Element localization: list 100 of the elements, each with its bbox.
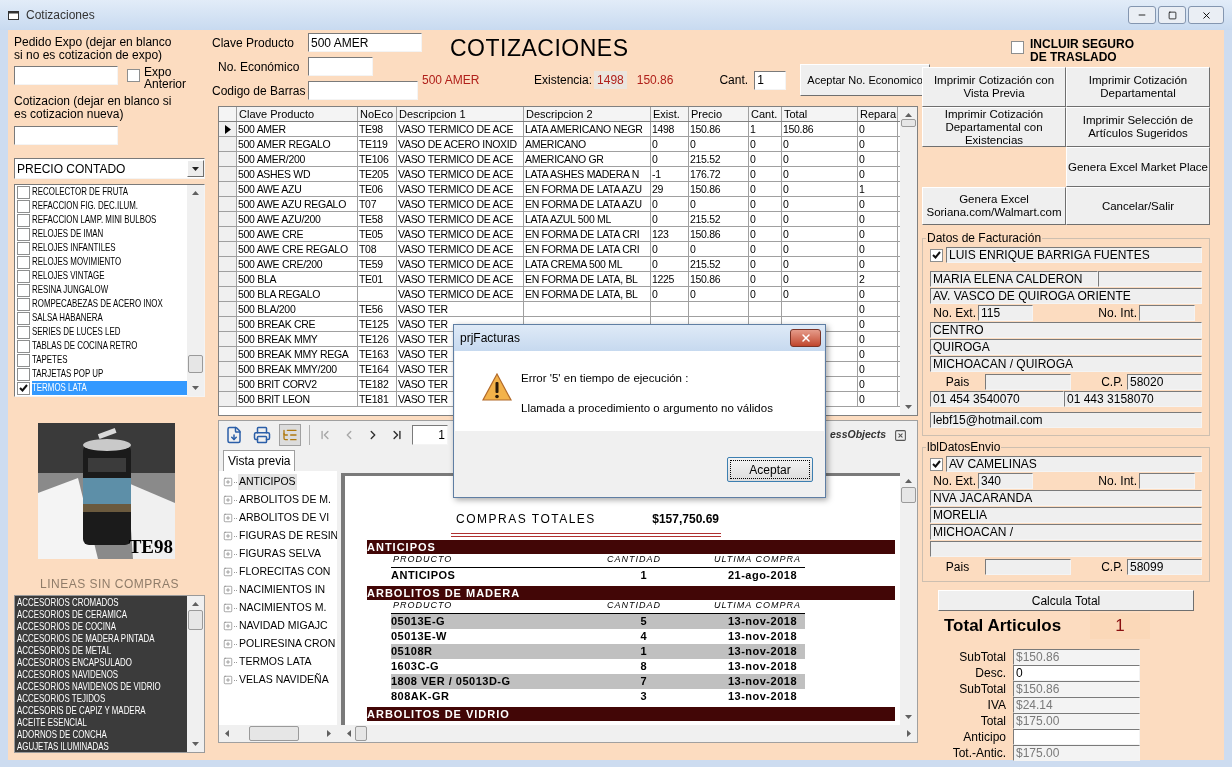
checkbox[interactable] xyxy=(17,283,30,297)
list-item[interactable]: REFACCION FIG. DEC.ILUM. xyxy=(32,199,139,212)
checkbox[interactable] xyxy=(17,325,30,339)
list-item[interactable]: TAPETES xyxy=(32,353,68,366)
list-item[interactable]: RECOLECTOR DE FRUTA xyxy=(32,185,129,198)
action-button[interactable]: Imprimir Cotización Departamental con Existencias xyxy=(922,107,1066,147)
print-icon[interactable] xyxy=(253,426,271,444)
expand-icon[interactable] xyxy=(223,531,233,541)
checkbox[interactable] xyxy=(17,199,30,213)
checkbox[interactable] xyxy=(127,69,140,82)
tree-icon[interactable] xyxy=(282,427,298,443)
text-field[interactable]: CENTRO xyxy=(930,322,1202,338)
text-field[interactable]: NVA JACARANDA xyxy=(930,490,1202,506)
scrollbar-thumb[interactable] xyxy=(188,355,203,373)
price-list-dropdown[interactable]: PRECIO CONTADO xyxy=(14,158,205,179)
text-field[interactable]: 01 454 3540070 xyxy=(930,391,1064,407)
list-item[interactable]: ACCESORIOS NAVIDENOS xyxy=(17,668,119,680)
scrollbar[interactable] xyxy=(219,725,337,742)
text-field[interactable]: 115 xyxy=(978,305,1033,321)
text-field[interactable]: 01 443 3158070 xyxy=(1064,391,1202,407)
list-item[interactable]: ADORNOS DE CONCHA xyxy=(17,728,107,740)
scrollbar-thumb[interactable] xyxy=(901,487,916,503)
scrollbar-thumb[interactable] xyxy=(188,610,203,630)
column-header[interactable]: Precio xyxy=(689,107,749,121)
scrollbar-thumb[interactable] xyxy=(355,726,367,741)
text-field[interactable]: LUIS ENRIQUE BARRIGA FUENTES xyxy=(946,247,1202,263)
list-item[interactable]: TABLAS DE COCINA RETRO xyxy=(32,339,138,352)
action-button[interactable]: Imprimir Cotización Departamental xyxy=(1066,67,1210,107)
expand-icon[interactable] xyxy=(223,657,233,667)
checkbox[interactable] xyxy=(930,457,943,471)
tree-item[interactable]: NACIMIENTOS IN xyxy=(238,582,327,598)
action-button[interactable]: Imprimir Selección de Artículos Sugeridos xyxy=(1066,107,1210,147)
list-item[interactable]: ACCESORIOS ENCAPSULADO xyxy=(17,656,132,668)
scrollbar[interactable] xyxy=(187,185,204,396)
text-field[interactable]: AV CAMELINAS xyxy=(946,456,1202,472)
text-field[interactable]: 58099 xyxy=(1127,558,1202,575)
list-item[interactable]: RELOJES INFANTILES xyxy=(32,241,116,254)
minimize-button[interactable] xyxy=(1128,6,1156,24)
list-item[interactable]: RELOJES MOVIMIENTO xyxy=(32,255,122,268)
list-item[interactable]: ACCESORIOS DE METAL xyxy=(17,644,112,656)
list-item[interactable]: ACCESORIOS DE COCINA xyxy=(17,620,116,632)
checkbox[interactable] xyxy=(17,185,30,199)
calculate-button[interactable]: Calcula Total xyxy=(938,590,1194,611)
action-button[interactable]: Genera Excel Market Place xyxy=(1066,147,1210,187)
scrollbar[interactable] xyxy=(187,596,204,752)
tree-item[interactable]: VELAS NAVIDEÑA xyxy=(238,672,330,688)
text-field[interactable] xyxy=(930,541,1202,557)
list-item[interactable]: ACCESORIOS DE MADERA PINTADA xyxy=(17,632,155,644)
scrollbar[interactable] xyxy=(900,107,917,415)
tree-item[interactable]: FIGURAS DE RESIN xyxy=(238,528,337,544)
checkbox[interactable] xyxy=(17,269,30,283)
checkbox[interactable] xyxy=(17,367,30,381)
list-item[interactable]: SALSA HABANERA xyxy=(32,311,103,324)
text-field[interactable]: MICHOACAN / QUIROGA xyxy=(930,356,1202,372)
list-item[interactable]: ACCESORIOS NAVIDENOS DE VIDRIO xyxy=(17,680,161,692)
text-field[interactable]: AV. VASCO DE QUIROGA ORIENTE xyxy=(930,288,1202,304)
tab[interactable]: Vista previa xyxy=(223,450,296,471)
checkbox[interactable] xyxy=(17,241,30,255)
list-item[interactable]: ACCESORIOS TEJIDOS xyxy=(17,692,106,704)
checkbox[interactable] xyxy=(17,213,30,227)
text-field[interactable] xyxy=(308,57,373,76)
text-field[interactable] xyxy=(308,81,418,100)
row-header[interactable] xyxy=(219,122,237,136)
tree-item[interactable]: NACIMIENTOS M. xyxy=(238,600,328,616)
text-field[interactable]: lebf15@hotmail.com xyxy=(930,412,1202,428)
list-item[interactable]: TARJETAS POP UP xyxy=(32,367,104,380)
text-field[interactable]: 58020 xyxy=(1127,373,1202,390)
text-field[interactable] xyxy=(985,373,1071,390)
text-field[interactable]: 340 xyxy=(978,473,1033,489)
column-header[interactable]: Repara xyxy=(858,107,898,121)
expand-icon[interactable] xyxy=(223,621,233,631)
list-item[interactable]: RELOJES VINTAGE xyxy=(32,269,105,282)
page-field[interactable]: 1 xyxy=(412,425,448,445)
tree-item[interactable]: ARBOLITOS DE M. xyxy=(238,492,332,508)
text-field[interactable] xyxy=(1139,305,1195,321)
checkbox[interactable] xyxy=(17,339,30,353)
list-item[interactable]: SERIES DE LUCES LED xyxy=(32,325,121,338)
expand-icon[interactable] xyxy=(223,477,233,487)
column-header[interactable]: Total xyxy=(782,107,858,121)
checkbox[interactable] xyxy=(930,248,943,262)
text-field[interactable]: MARIA ELENA CALDERON xyxy=(930,271,1098,287)
expand-icon[interactable] xyxy=(223,549,233,559)
scrollbar-thumb[interactable] xyxy=(901,119,916,127)
column-header[interactable]: NoEco xyxy=(358,107,397,121)
text-field[interactable]: QUIROGA xyxy=(930,339,1202,355)
tree-item[interactable]: POLIRESINA CRON xyxy=(238,636,337,652)
accept-button[interactable]: Aceptar xyxy=(727,457,813,482)
text-field[interactable]: 500 AMER xyxy=(308,33,422,52)
checkbox[interactable] xyxy=(17,353,30,367)
text-field[interactable] xyxy=(985,558,1071,575)
text-field[interactable]: MORELIA xyxy=(930,507,1202,523)
close-button[interactable] xyxy=(790,329,821,347)
column-header[interactable]: Descripcion 1 xyxy=(397,107,524,121)
expand-icon[interactable] xyxy=(223,567,233,577)
list-item[interactable]: RESINA JUNGALOW xyxy=(32,283,109,296)
column-header[interactable]: Clave Producto xyxy=(237,107,358,121)
list-item[interactable]: ACEITE ESENCIAL xyxy=(17,716,87,728)
list-item[interactable]: AGUJETAS ILUMINADAS xyxy=(17,740,109,752)
tree-item[interactable]: NAVIDAD MIGAJC xyxy=(238,618,329,634)
column-header[interactable]: Cant. xyxy=(749,107,782,121)
